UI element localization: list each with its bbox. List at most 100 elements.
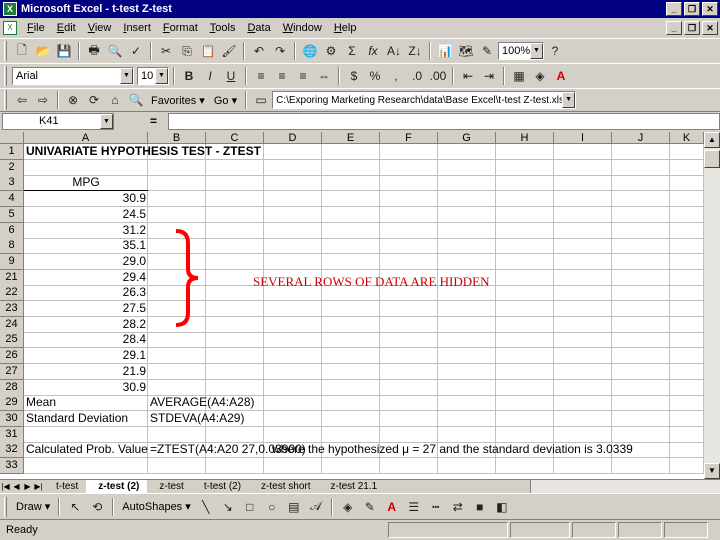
grid-cell[interactable]	[380, 238, 438, 255]
row-header[interactable]: 6	[0, 222, 24, 239]
row-header[interactable]: 4	[0, 191, 24, 208]
grid-cell[interactable]	[148, 426, 206, 443]
grid-cell[interactable]	[438, 206, 496, 223]
first-sheet-icon[interactable]: |◀	[0, 481, 11, 493]
cell-a[interactable]: 26.3	[24, 285, 148, 301]
grid-cell[interactable]	[380, 316, 438, 333]
grid-cell[interactable]	[206, 301, 264, 317]
grid-cell[interactable]	[612, 458, 670, 474]
row-header[interactable]: 29	[0, 395, 24, 412]
grid-cell[interactable]	[322, 348, 380, 365]
cell-a[interactable]: 28.2	[24, 317, 148, 333]
web-toolbar-icon[interactable]: ⚙	[321, 41, 341, 61]
grid-cell[interactable]	[322, 206, 380, 223]
grid-cell[interactable]	[670, 285, 704, 302]
grid-cell[interactable]	[670, 363, 704, 380]
grid-cell[interactable]	[438, 426, 496, 443]
toolbar-grip[interactable]	[4, 41, 7, 61]
grid-cell[interactable]	[612, 159, 670, 176]
print-icon[interactable]: 🖶	[84, 41, 104, 61]
grid-cell[interactable]	[206, 253, 264, 270]
cell-b[interactable]: AVERAGE(A4:A28)	[148, 395, 256, 411]
line-color-icon[interactable]: ✎	[360, 497, 380, 517]
shadow-icon[interactable]: ■	[470, 497, 490, 517]
arrow-style-icon[interactable]: ⇄	[448, 497, 468, 517]
home-icon[interactable]: ⌂	[105, 90, 125, 110]
grid-cell[interactable]	[496, 191, 554, 208]
grid-cell[interactable]	[496, 253, 554, 270]
row-header[interactable]: 2	[0, 159, 24, 176]
grid-cell[interactable]	[380, 363, 438, 380]
grid-cell[interactable]	[206, 175, 264, 192]
column-header[interactable]: D	[264, 132, 322, 144]
grid-cell[interactable]	[148, 363, 206, 380]
map-icon[interactable]: 🗺	[456, 41, 476, 61]
row-header[interactable]: 25	[0, 332, 24, 349]
grid-cell[interactable]	[264, 301, 322, 317]
increase-indent-icon[interactable]: ⇥	[479, 66, 499, 86]
wordart-icon[interactable]: 𝒜	[306, 497, 326, 517]
sheet-tab[interactable]: z-test short	[249, 480, 318, 494]
vertical-scrollbar[interactable]: ▲ ▼	[704, 132, 720, 479]
menu-help[interactable]: Help	[328, 22, 363, 34]
grid-cell[interactable]	[322, 410, 380, 427]
grid-cell[interactable]	[670, 159, 704, 176]
sort-descending-icon[interactable]: Z↓	[405, 41, 425, 61]
grid-cell[interactable]	[206, 206, 264, 223]
grid-cell[interactable]	[496, 175, 554, 192]
open-icon[interactable]: 📂	[33, 41, 53, 61]
grid-cell[interactable]	[496, 426, 554, 443]
next-sheet-icon[interactable]: ▶	[22, 481, 33, 493]
grid-cell[interactable]	[264, 332, 322, 349]
grid-cell[interactable]	[438, 348, 496, 365]
grid-cell[interactable]	[380, 395, 438, 412]
grid-cell[interactable]	[612, 175, 670, 192]
prev-sheet-icon[interactable]: ◀	[11, 481, 22, 493]
chevron-down-icon[interactable]: ▼	[530, 43, 543, 59]
grid-cell[interactable]	[148, 191, 206, 208]
grid-cell[interactable]	[554, 332, 612, 349]
toolbar-grip[interactable]	[4, 66, 7, 86]
grid-cell[interactable]	[264, 348, 322, 365]
grid-cell[interactable]	[612, 379, 670, 396]
grid-cell[interactable]	[554, 175, 612, 192]
grid-cell[interactable]	[264, 426, 322, 443]
grid-cell[interactable]	[380, 426, 438, 443]
grid-cell[interactable]	[322, 426, 380, 443]
grid-cell[interactable]	[438, 363, 496, 380]
grid-cell[interactable]	[670, 348, 704, 365]
grid-cell[interactable]	[380, 206, 438, 223]
refresh-icon[interactable]: ⟳	[84, 90, 104, 110]
grid-cell[interactable]	[322, 316, 380, 333]
grid-cell[interactable]	[496, 206, 554, 223]
font-select[interactable]: Arial ▼	[12, 67, 134, 85]
grid-cell[interactable]	[380, 332, 438, 349]
grid-cell[interactable]	[438, 395, 496, 412]
grid-cell[interactable]	[496, 395, 554, 412]
grid-cell[interactable]	[264, 379, 322, 396]
grid-cell[interactable]	[554, 285, 612, 302]
grid-cell[interactable]	[264, 222, 322, 239]
select-objects-icon[interactable]: ↖	[65, 497, 85, 517]
grid-cell[interactable]	[148, 348, 206, 365]
grid-cell[interactable]	[612, 363, 670, 380]
column-header[interactable]: F	[380, 132, 438, 144]
grid-cell[interactable]	[322, 159, 380, 176]
forward-icon[interactable]: ⇨	[33, 90, 53, 110]
decrease-indent-icon[interactable]: ⇤	[458, 66, 478, 86]
doc-minimize-button[interactable]: _	[666, 21, 682, 35]
column-header[interactable]: G	[438, 132, 496, 144]
3d-icon[interactable]: ◧	[492, 497, 512, 517]
row-header[interactable]: 5	[0, 206, 24, 223]
fill-color-icon[interactable]: ◈	[338, 497, 358, 517]
cell-a[interactable]: 31.2	[24, 223, 148, 239]
document-icon[interactable]: X	[3, 21, 17, 35]
cell-a[interactable]: 29.1	[24, 348, 148, 364]
grid-cell[interactable]	[612, 253, 670, 270]
chevron-down-icon[interactable]: ▼	[155, 68, 168, 84]
grid-cell[interactable]	[554, 426, 612, 443]
close-button[interactable]: ✕	[702, 2, 718, 16]
chevron-down-icon[interactable]: ▼	[100, 114, 113, 129]
grid-cell[interactable]	[322, 222, 380, 239]
grid-cell[interactable]	[670, 301, 704, 317]
